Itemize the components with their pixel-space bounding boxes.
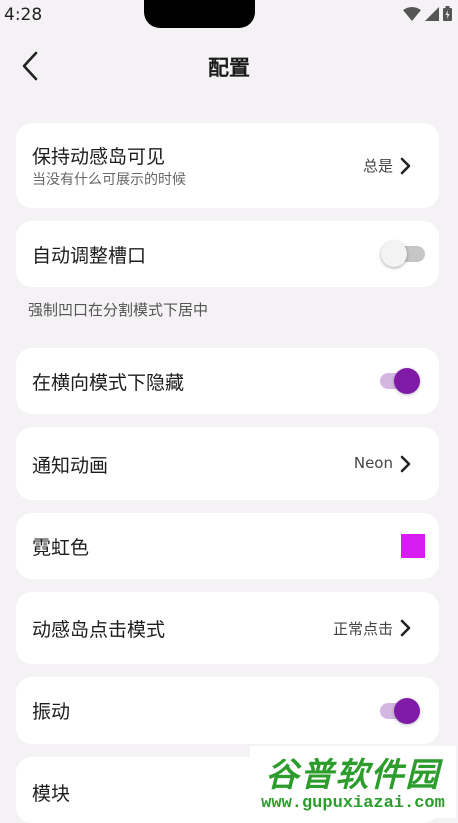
neon-color-swatch[interactable] [401, 534, 425, 558]
chevron-right-icon [400, 157, 411, 175]
notification-animation-title: 通知动画 [32, 455, 109, 477]
wifi-icon [403, 6, 421, 21]
setting-vibration[interactable]: 振动 [16, 677, 439, 744]
toggle-thumb [381, 241, 407, 267]
keep-island-value: 总是 [362, 157, 393, 175]
status-time: 4:28 [4, 5, 43, 25]
watermark-title: 谷普软件园 [265, 755, 441, 794]
click-mode-title: 动感岛点击模式 [32, 619, 166, 641]
watermark: 谷普软件园 www.gupuxiazai.com [250, 746, 456, 818]
top-app-bar: 配置 [0, 38, 458, 94]
auto-adjust-toggle[interactable] [381, 240, 427, 268]
keep-island-title: 保持动感岛可见 [32, 146, 166, 168]
chevron-right-icon [400, 619, 411, 637]
neon-color-title: 霓虹色 [32, 537, 90, 559]
setting-neon-color[interactable]: 霓虹色 [16, 513, 439, 579]
setting-notification-animation[interactable]: 通知动画 Neon [16, 427, 439, 500]
setting-keep-island-visible[interactable]: 保持动感岛可见 当没有什么可展示的时候 总是 [16, 123, 439, 208]
setting-island-click-mode[interactable]: 动感岛点击模式 正常点击 [16, 592, 439, 664]
page-title: 配置 [208, 56, 250, 80]
status-icons [403, 6, 452, 21]
keep-island-subtitle: 当没有什么可展示的时候 [32, 172, 186, 188]
setting-hide-landscape[interactable]: 在横向模式下隐藏 [16, 348, 439, 414]
status-bar: 4:28 [0, 0, 458, 32]
signal-icon [425, 6, 439, 21]
watermark-url: www.gupuxiazai.com [261, 794, 445, 813]
auto-adjust-title: 自动调整槽口 [32, 245, 147, 267]
section-note: 强制凹口在分割模式下居中 [28, 301, 209, 319]
notification-animation-value: Neon [353, 454, 393, 472]
hide-landscape-toggle[interactable] [380, 367, 420, 395]
chevron-right-icon [400, 455, 411, 473]
toggle-thumb [394, 368, 420, 394]
modules-title: 模块 [32, 783, 71, 805]
camera-cutout [144, 0, 255, 28]
setting-auto-adjust-notch[interactable]: 自动调整槽口 [16, 221, 439, 287]
vibration-title: 振动 [32, 701, 71, 723]
vibration-toggle[interactable] [380, 697, 420, 725]
toggle-thumb [394, 698, 420, 724]
battery-icon [443, 6, 452, 21]
click-mode-value: 正常点击 [332, 620, 393, 638]
hide-landscape-title: 在横向模式下隐藏 [32, 372, 185, 394]
